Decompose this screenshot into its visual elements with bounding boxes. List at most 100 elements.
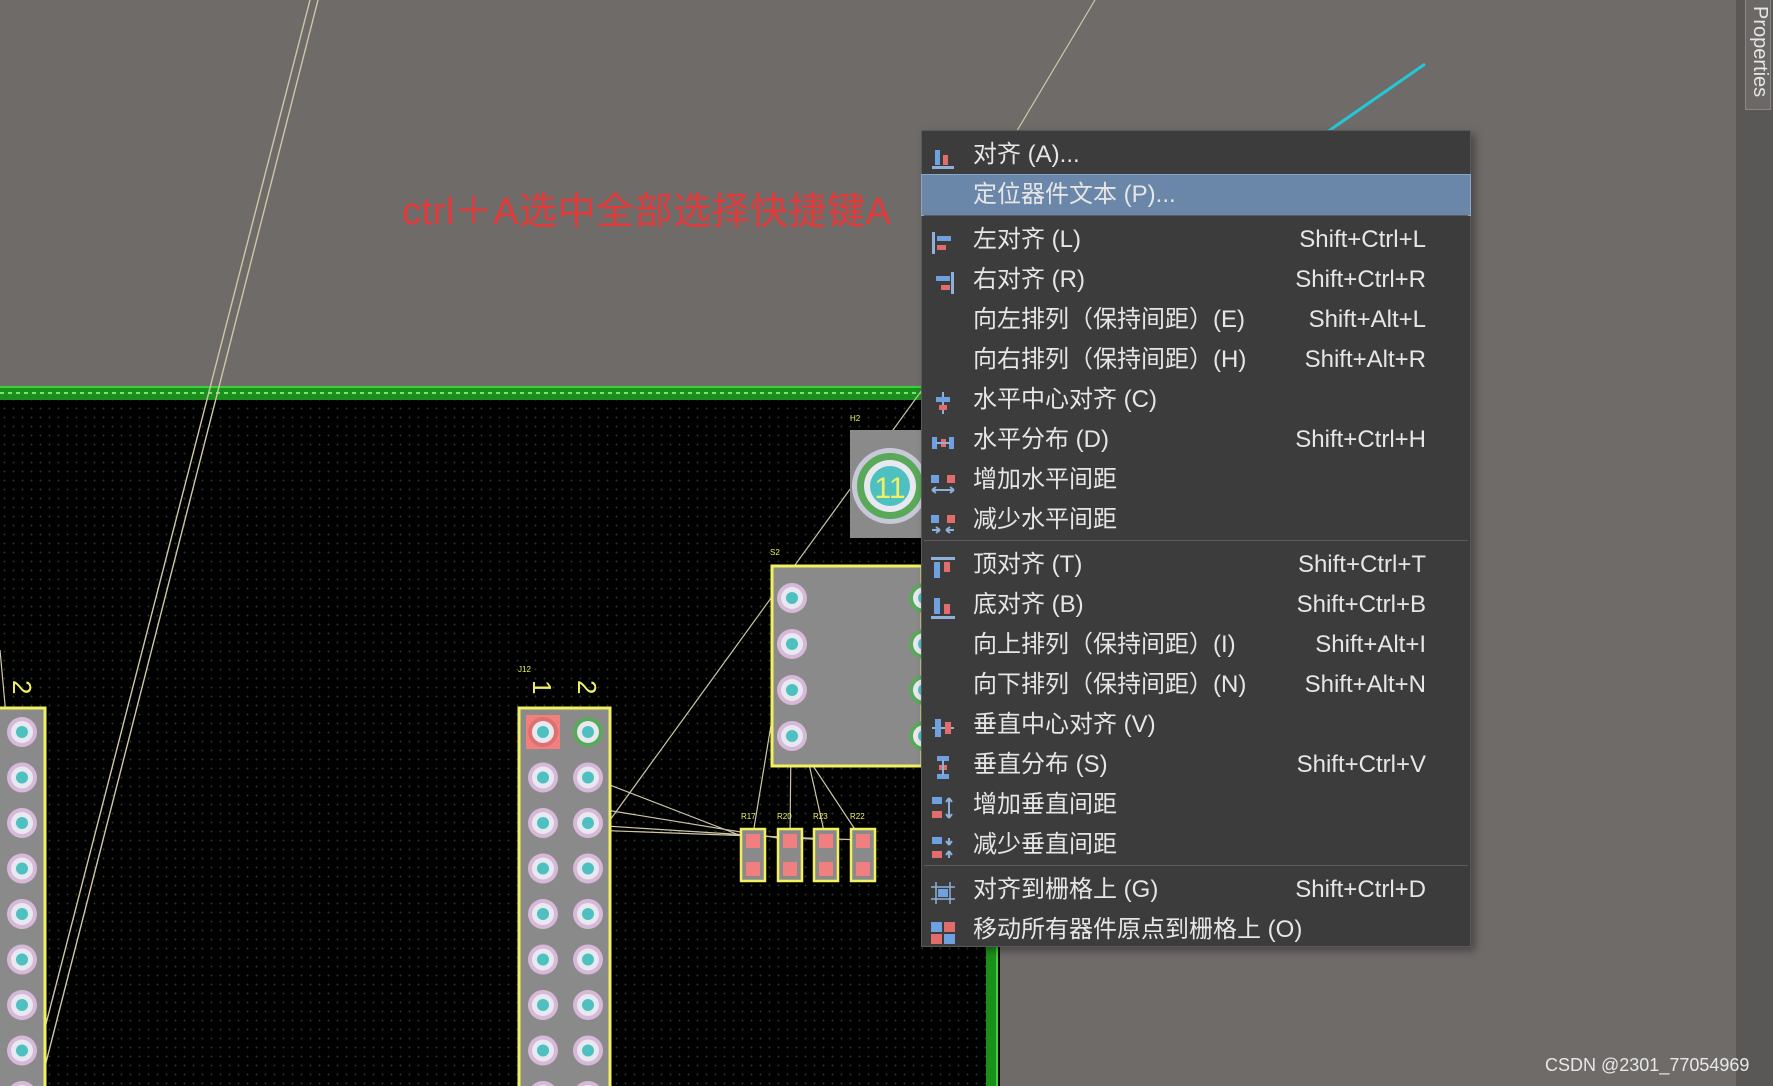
menu-item-3[interactable]: 左对齐 (L) Shift+Ctrl+L — [922, 220, 1470, 260]
menu-item-9[interactable]: 增加水平间距 — [922, 460, 1470, 500]
menu-item-label: 向上排列（保持间距）(I) — [973, 631, 1236, 658]
menu-item-16[interactable]: 垂直分布 (S) Shift+Ctrl+V — [922, 745, 1470, 785]
context-menu[interactable]: 对齐 (A)... 定位器件文本 (P)... 左对齐 (L) Shift+Ctrl+… — [921, 130, 1471, 947]
menu-item-label: 定位器件文本 (P)... — [973, 181, 1176, 208]
pad-hole — [537, 908, 549, 920]
designator-s2: S2 — [770, 548, 780, 557]
pad-hole — [786, 684, 798, 696]
align-horizontal-center-icon — [930, 388, 956, 414]
pad-hole — [582, 771, 594, 784]
menu-item-shortcut: Shift+Ctrl+L — [1299, 226, 1426, 253]
pad-hole — [16, 953, 28, 966]
align-icon — [930, 143, 956, 169]
menu-item-label: 增加垂直间距 — [973, 791, 1117, 818]
pin-label-1: 1 — [527, 680, 557, 694]
designator-r17: R17 — [741, 812, 756, 821]
pad-hole — [537, 953, 549, 966]
distribute-vertical-icon — [930, 753, 956, 779]
menu-item-10[interactable]: 减少水平间距 — [922, 500, 1470, 540]
menu-item-2[interactable]: 定位器件文本 (P)... — [921, 174, 1471, 216]
menu-item-5[interactable]: 向左排列（保持间距）(E) Shift+Alt+L — [922, 300, 1470, 340]
menu-item-shortcut: Shift+Ctrl+T — [1297, 551, 1426, 578]
align-right-icon — [930, 268, 956, 294]
menu-item-shortcut: Shift+Ctrl+V — [1296, 751, 1426, 778]
pad-hole — [582, 862, 594, 875]
align-vertical-center-icon — [930, 713, 956, 737]
resistor-r22[interactable]: R22 — [849, 812, 877, 883]
menu-item-label: 右对齐 (R) — [973, 266, 1085, 293]
increase-horizontal-spacing-icon — [930, 468, 956, 494]
menu-separator — [924, 540, 1468, 541]
pad-hole — [582, 726, 594, 738]
menu-item-shortcut: Shift+Alt+I — [1315, 631, 1426, 658]
menu-item-shortcut: Shift+Alt+L — [1308, 306, 1426, 333]
align-top-icon — [930, 553, 956, 578]
menu-item-label: 水平中心对齐 (C) — [973, 386, 1157, 413]
menu-item-1[interactable]: 对齐 (A)... — [922, 135, 1470, 175]
distribute-horizontal-icon — [930, 428, 956, 452]
properties-tab[interactable]: Properties — [1745, 0, 1771, 110]
menu-item-label: 增加水平间距 — [973, 466, 1117, 493]
menu-item-8[interactable]: 水平分布 (D) Shift+Ctrl+H — [922, 420, 1470, 460]
menu-item-14[interactable]: 向下排列（保持间距）(N) Shift+Alt+N — [922, 665, 1470, 705]
menu-separator — [924, 215, 1468, 216]
pad-hole — [582, 908, 594, 920]
menu-item-shortcut: Shift+Alt+N — [1304, 671, 1426, 698]
pad-hole — [537, 817, 549, 829]
menu-item-label: 底对齐 (B) — [973, 591, 1084, 618]
align-bottom-icon — [930, 593, 956, 619]
pad-hole — [582, 817, 594, 829]
pad-hole — [786, 592, 798, 604]
menu-item-label: 对齐到栅格上 (G) — [973, 876, 1159, 903]
menu-item-18[interactable]: 减少垂直间距 — [922, 825, 1470, 865]
pad-hole — [16, 862, 28, 875]
pad-hole — [16, 908, 28, 920]
menu-item-4[interactable]: 右对齐 (R) Shift+Ctrl+R — [922, 260, 1470, 300]
watermark: CSDN @2301_77054969 — [1545, 1055, 1750, 1075]
annotation-text: ctrl＋A选中全部选择快捷键A — [402, 191, 892, 233]
menu-item-label: 垂直中心对齐 (V) — [973, 711, 1156, 738]
menu-item-6[interactable]: 向右排列（保持间距）(H) Shift+Alt+R — [922, 340, 1470, 380]
menu-item-label: 向下排列（保持间距）(N) — [973, 671, 1247, 698]
menu-item-shortcut: Shift+Ctrl+B — [1296, 591, 1426, 618]
menu-item-label: 向右排列（保持间距）(H) — [973, 346, 1247, 373]
resistor-r23[interactable]: R23 — [812, 812, 840, 883]
mounting-hole-h2[interactable]: 11 H2 — [850, 414, 928, 538]
menu-item-7[interactable]: 水平中心对齐 (C) — [922, 380, 1470, 420]
designator-h2: H2 — [850, 414, 861, 423]
pad-hole — [786, 730, 798, 742]
pin-label-left-2: 2 — [7, 680, 37, 694]
menu-item-label: 左对齐 (L) — [973, 226, 1081, 253]
menu-item-20[interactable]: 移动所有器件原点到栅格上 (O) — [922, 910, 1470, 950]
pcb-canvas[interactable]: 11 H2 S2 J12 1 2 2 R17 R20 R23 R22 ctrl＋… — [0, 0, 1773, 1086]
align-to-grid-icon — [930, 878, 956, 904]
menu-item-label: 移动所有器件原点到栅格上 (O) — [973, 916, 1303, 943]
menu-item-label: 对齐 (A)... — [973, 141, 1080, 168]
pin-label-2: 2 — [572, 680, 602, 694]
menu-item-11[interactable]: 顶对齐 (T) Shift+Ctrl+T — [922, 545, 1470, 585]
pcb-layer: 11 H2 S2 J12 1 2 2 R17 R20 R23 R22 — [0, 0, 1426, 1086]
menu-item-label: 减少水平间距 — [973, 506, 1117, 533]
pad-hole — [537, 771, 549, 784]
menu-item-19[interactable]: 对齐到栅格上 (G) Shift+Ctrl+D — [922, 870, 1470, 910]
menu-item-label: 减少垂直间距 — [973, 831, 1117, 858]
designator-r20: R20 — [777, 812, 792, 821]
decrease-horizontal-spacing-icon — [930, 508, 956, 534]
menu-item-13[interactable]: 向上排列（保持间距）(I) Shift+Alt+I — [922, 625, 1470, 665]
menu-item-shortcut: Shift+Ctrl+H — [1295, 426, 1426, 453]
designator-r23: R23 — [813, 812, 828, 821]
pad-hole — [16, 817, 28, 829]
menu-separator — [924, 865, 1468, 866]
designator-j12: J12 — [518, 665, 531, 674]
pad-hole — [16, 1044, 28, 1057]
menu-item-12[interactable]: 底对齐 (B) Shift+Ctrl+B — [922, 585, 1470, 625]
move-origins-to-grid-icon — [930, 918, 956, 944]
menu-item-shortcut: Shift+Ctrl+R — [1295, 266, 1426, 293]
resistor-r17[interactable]: R17 — [739, 812, 767, 883]
menu-item-label: 垂直分布 (S) — [973, 751, 1108, 778]
menu-item-17[interactable]: 增加垂直间距 — [922, 785, 1470, 825]
menu-item-shortcut: Shift+Ctrl+D — [1295, 876, 1426, 903]
pad-hole — [16, 771, 28, 784]
menu-item-15[interactable]: 垂直中心对齐 (V) — [922, 705, 1470, 745]
resistor-r20[interactable]: R20 — [776, 812, 804, 883]
